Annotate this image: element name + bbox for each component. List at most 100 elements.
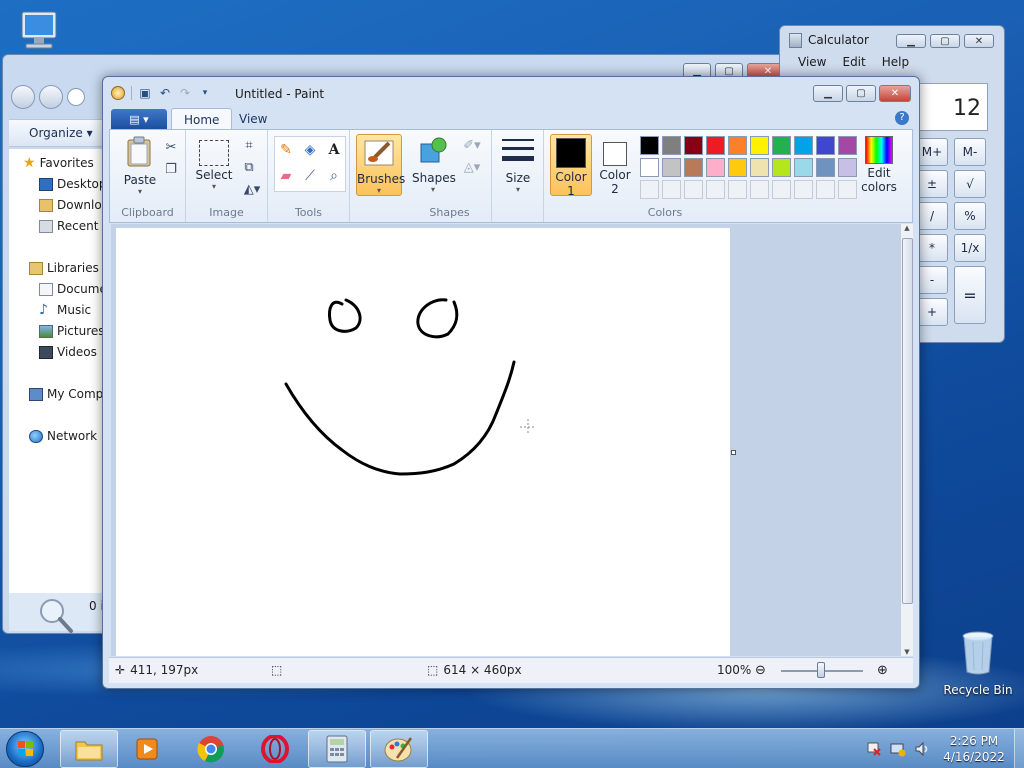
- explorer-forward-button[interactable]: [39, 85, 63, 109]
- size-button[interactable]: Size ▾: [500, 136, 536, 194]
- custom-color-slot[interactable]: [684, 180, 703, 199]
- palette-swatch[interactable]: [728, 136, 747, 155]
- volume-icon[interactable]: [914, 741, 930, 757]
- palette-swatch[interactable]: [772, 158, 791, 177]
- copy-icon[interactable]: ❐: [162, 160, 180, 178]
- zoom-slider-thumb[interactable]: [817, 662, 825, 678]
- tab-view[interactable]: View: [227, 108, 279, 130]
- start-button[interactable]: [6, 731, 44, 767]
- nav-downloads[interactable]: Downlo: [39, 195, 102, 215]
- calc-minimize-button[interactable]: ▁: [896, 34, 926, 48]
- tab-home[interactable]: Home: [171, 108, 233, 130]
- nav-pictures[interactable]: Pictures: [39, 321, 105, 341]
- pencil-icon[interactable]: ✎: [275, 139, 297, 161]
- nav-computer[interactable]: My Comp: [29, 384, 103, 404]
- rotate-icon[interactable]: ◭▾: [240, 180, 264, 198]
- eraser-icon[interactable]: ▰: [275, 165, 297, 187]
- palette-swatch[interactable]: [640, 158, 659, 177]
- crop-icon[interactable]: ⌗: [240, 136, 258, 154]
- nav-libraries[interactable]: Libraries: [29, 258, 99, 278]
- custom-color-slot[interactable]: [662, 180, 681, 199]
- calc-key-divide[interactable]: /: [916, 202, 948, 230]
- paint-close-button[interactable]: ✕: [879, 85, 911, 102]
- nav-desktop[interactable]: Desktop: [39, 174, 107, 194]
- calc-menu-view[interactable]: View: [798, 55, 826, 69]
- color2-button[interactable]: Color 2: [596, 134, 634, 196]
- paste-button[interactable]: Paste ▾: [120, 136, 160, 196]
- fill-bucket-icon[interactable]: ◈: [299, 139, 321, 161]
- nav-recent-places[interactable]: Recent P: [39, 216, 110, 236]
- edit-colors-button[interactable]: Edit colors: [856, 134, 902, 194]
- action-center-flag-icon[interactable]: [866, 741, 882, 757]
- computer-desktop-icon[interactable]: [14, 8, 64, 52]
- nav-favorites[interactable]: ★ Favorites: [23, 153, 94, 173]
- calc-key-add[interactable]: +: [916, 298, 948, 326]
- custom-color-slot[interactable]: [706, 180, 725, 199]
- calc-key-percent[interactable]: %: [954, 202, 986, 230]
- save-icon[interactable]: ▣: [138, 86, 152, 100]
- help-icon[interactable]: ?: [895, 111, 909, 125]
- palette-swatch[interactable]: [794, 136, 813, 155]
- calc-key-reciprocal[interactable]: 1/x: [954, 234, 986, 262]
- show-desktop-button[interactable]: [1014, 729, 1024, 768]
- scroll-down-icon[interactable]: ▼: [901, 648, 913, 656]
- custom-color-slot[interactable]: [816, 180, 835, 199]
- nav-music[interactable]: ♪ Music: [39, 300, 91, 320]
- paint-file-menu-button[interactable]: ▤ ▾: [111, 109, 167, 129]
- brushes-button[interactable]: Brushes ▾: [356, 134, 405, 196]
- outline-icon[interactable]: ✐▾: [458, 136, 486, 154]
- drawing-canvas[interactable]: [116, 228, 730, 656]
- palette-swatch[interactable]: [772, 136, 791, 155]
- customize-qat-icon[interactable]: ▾: [198, 86, 212, 100]
- taskbar-paint[interactable]: [370, 730, 428, 768]
- palette-swatch[interactable]: [794, 158, 813, 177]
- shapes-button[interactable]: Shapes ▾: [412, 136, 456, 194]
- canvas-resize-handle[interactable]: [731, 450, 736, 455]
- palette-swatch[interactable]: [750, 136, 769, 155]
- undo-icon[interactable]: ↶: [158, 86, 172, 100]
- magnifier-tool-icon[interactable]: ⌕: [323, 165, 345, 187]
- palette-swatch[interactable]: [750, 158, 769, 177]
- scroll-thumb[interactable]: [902, 238, 913, 604]
- explorer-back-button[interactable]: [11, 85, 35, 109]
- calc-key-equals[interactable]: =: [954, 266, 986, 324]
- paint-minimize-button[interactable]: ▁: [813, 85, 843, 102]
- custom-color-slot[interactable]: [772, 180, 791, 199]
- vertical-scrollbar[interactable]: ▲ ▼: [900, 224, 913, 656]
- taskbar-calculator[interactable]: [308, 730, 366, 768]
- custom-color-slot[interactable]: [794, 180, 813, 199]
- palette-swatch[interactable]: [838, 158, 857, 177]
- select-button[interactable]: Select ▾: [194, 136, 234, 191]
- color1-button[interactable]: Color 1: [550, 134, 592, 198]
- network-tray-icon[interactable]: [890, 741, 906, 757]
- calc-menu-edit[interactable]: Edit: [842, 55, 865, 69]
- paint-maximize-button[interactable]: ▢: [846, 85, 876, 102]
- nav-network[interactable]: Network: [29, 426, 97, 446]
- cut-icon[interactable]: ✂: [162, 138, 180, 156]
- custom-color-slot[interactable]: [838, 180, 857, 199]
- calc-key-sqrt[interactable]: √: [954, 170, 986, 198]
- custom-color-slot[interactable]: [728, 180, 747, 199]
- text-tool-icon[interactable]: A: [323, 139, 345, 161]
- nav-documents[interactable]: Docume: [39, 279, 107, 299]
- zoom-out-icon[interactable]: ⊖: [755, 663, 766, 678]
- palette-swatch[interactable]: [640, 136, 659, 155]
- palette-swatch[interactable]: [706, 158, 725, 177]
- calc-maximize-button[interactable]: ▢: [930, 34, 960, 48]
- palette-swatch[interactable]: [728, 158, 747, 177]
- recycle-bin-icon[interactable]: Recycle Bin: [938, 630, 1018, 697]
- palette-swatch[interactable]: [838, 136, 857, 155]
- scroll-up-icon[interactable]: ▲: [901, 224, 913, 232]
- calc-close-button[interactable]: ✕: [964, 34, 994, 48]
- custom-color-slot[interactable]: [750, 180, 769, 199]
- nav-videos[interactable]: Videos: [39, 342, 97, 362]
- palette-swatch[interactable]: [662, 158, 681, 177]
- palette-swatch[interactable]: [662, 136, 681, 155]
- system-clock[interactable]: 2:26 PM 4/16/2022: [936, 733, 1012, 765]
- color-picker-icon[interactable]: ⟋: [299, 165, 321, 187]
- resize-icon[interactable]: ⧉: [240, 158, 258, 176]
- calc-key-mminus[interactable]: M-: [954, 138, 986, 166]
- palette-swatch[interactable]: [684, 136, 703, 155]
- palette-swatch[interactable]: [706, 136, 725, 155]
- custom-color-slot[interactable]: [640, 180, 659, 199]
